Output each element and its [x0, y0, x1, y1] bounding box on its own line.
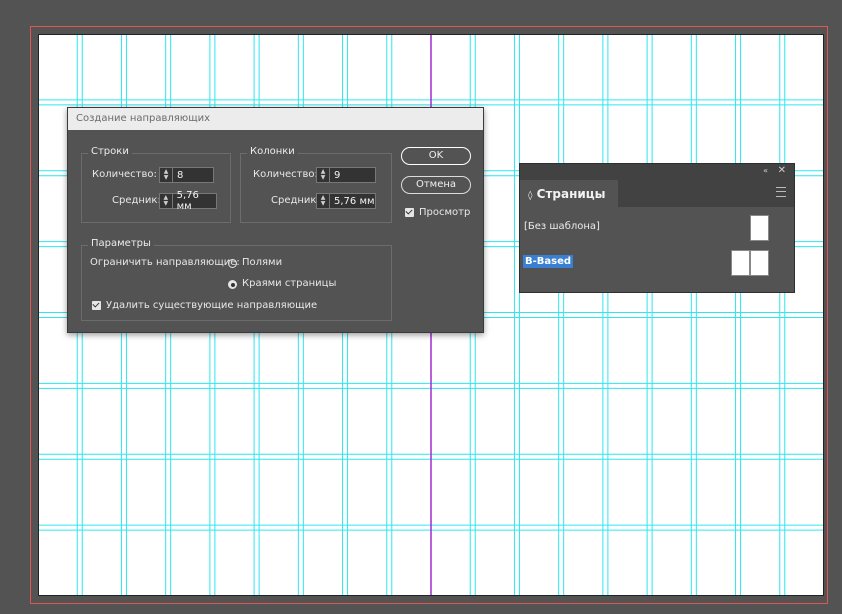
remove-existing-label[interactable]: Удалить существующие направляющие — [106, 300, 317, 311]
dialog-title: Создание направляющих — [68, 108, 483, 130]
master-none-label[interactable]: [Без шаблона] — [524, 221, 600, 232]
ok-button[interactable]: OK — [401, 147, 471, 165]
pages-panel: « ✕ ◊ Страницы [Без шаблона] B-Based — [519, 163, 795, 293]
updown-icon: ◊ — [528, 191, 533, 201]
spinner-icon[interactable]: ▲ ▼ — [160, 168, 173, 182]
columns-gutter-field[interactable]: ▲ ▼ 5,76 мм — [316, 193, 376, 209]
panel-menu-icon[interactable] — [776, 187, 786, 197]
collapse-icon[interactable]: « — [763, 166, 768, 175]
fit-page-label[interactable]: Краями страницы — [242, 278, 336, 289]
rows-gutter-field[interactable]: ▲ ▼ 5,76 мм — [159, 190, 217, 212]
tab-pages-label: Страницы — [536, 187, 606, 201]
columns-gutter-value[interactable]: 5,76 мм — [330, 196, 375, 207]
close-icon[interactable]: ✕ — [778, 165, 786, 176]
fit-page-radio[interactable] — [228, 280, 237, 289]
columns-count-value[interactable]: 9 — [330, 170, 340, 181]
create-guides-dialog: Создание направляющих Строки Количество:… — [67, 107, 484, 333]
master-bbased-label[interactable]: B-Based — [523, 255, 574, 268]
rows-count-value[interactable]: 8 — [173, 170, 183, 181]
options-group: Параметры Ограничить направляющие: Полям… — [81, 238, 392, 321]
spinner-icon[interactable]: ▲ ▼ — [160, 194, 173, 208]
panel-topbar: « ✕ — [520, 164, 794, 180]
spinner-icon[interactable]: ▲ ▼ — [317, 168, 330, 182]
preview-label[interactable]: Просмотр — [419, 207, 470, 218]
preview-checkbox[interactable] — [405, 208, 414, 217]
rows-gutter-value[interactable]: 5,76 мм — [173, 190, 216, 212]
cancel-button[interactable]: Отмена — [401, 176, 471, 194]
remove-existing-checkbox[interactable] — [92, 301, 101, 310]
columns-gutter-label: Средник: — [271, 195, 320, 206]
master-none-thumbnail[interactable] — [750, 215, 769, 241]
tab-pages[interactable]: ◊ Страницы — [520, 180, 618, 209]
fit-margins-radio[interactable] — [228, 259, 237, 268]
rows-count-field[interactable]: ▲ ▼ 8 — [159, 167, 214, 183]
rows-count-label: Количество: — [92, 169, 157, 180]
rows-gutter-label: Средник: — [112, 195, 161, 206]
fit-guides-label: Ограничить направляющие: — [90, 257, 240, 268]
spinner-icon[interactable]: ▲ ▼ — [317, 194, 330, 208]
master-bbased-thumbnail-left[interactable] — [731, 250, 750, 276]
master-bbased-thumbnail-right[interactable] — [750, 250, 769, 276]
columns-group: Колонки Количество: ▲ ▼ 9 Средник: ▲ ▼ 5,7… — [240, 146, 392, 223]
columns-count-field[interactable]: ▲ ▼ 9 — [316, 167, 376, 183]
fit-margins-label[interactable]: Полями — [242, 257, 282, 268]
columns-group-title: Колонки — [247, 146, 298, 157]
columns-count-label: Количество: — [253, 169, 318, 180]
rows-group-title: Строки — [88, 146, 132, 157]
options-group-title: Параметры — [88, 238, 154, 249]
panel-tabbar: ◊ Страницы — [520, 180, 794, 209]
rows-group: Строки Количество: ▲ ▼ 8 Средник: ▲ ▼ 5,76… — [81, 146, 231, 223]
